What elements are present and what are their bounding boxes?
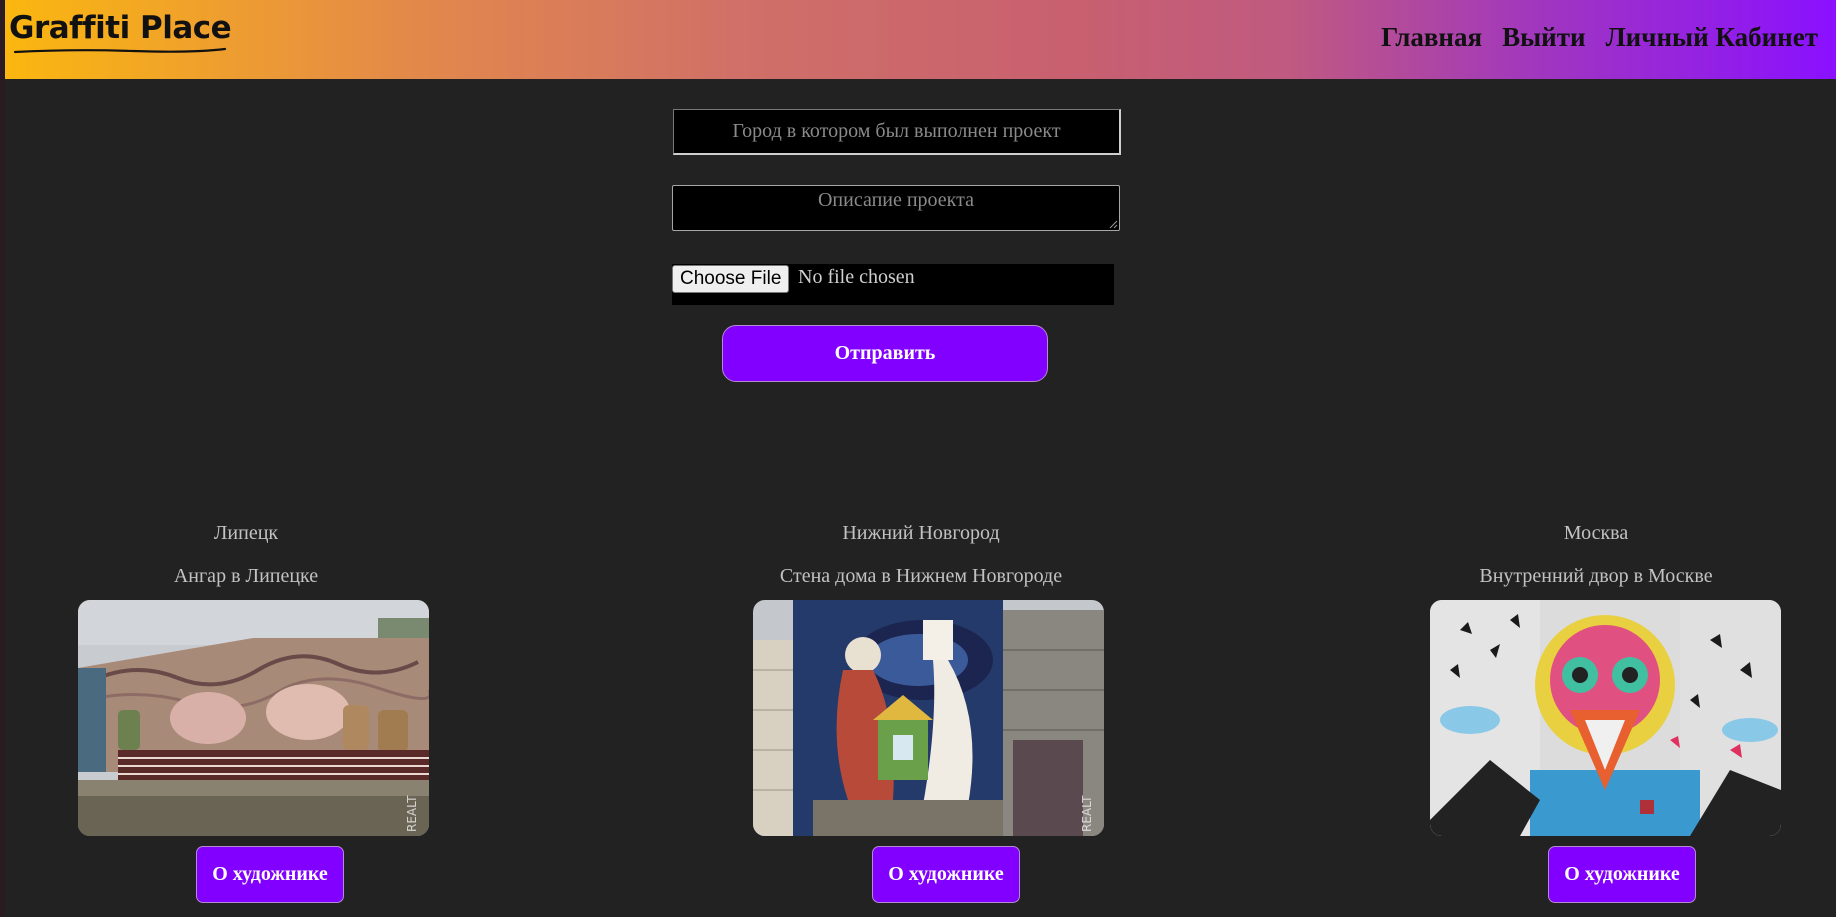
- about-artist-button-nizhny[interactable]: О художнике: [872, 846, 1020, 903]
- project-image-moscow: [1430, 600, 1781, 836]
- site-logo[interactable]: Graffiti Place: [9, 13, 232, 44]
- about-artist-button-moscow[interactable]: О художнике: [1548, 846, 1696, 903]
- file-upload-field[interactable]: Choose File No file chosen: [672, 264, 1114, 305]
- card-city-lipetsk: Липецк: [213, 522, 279, 544]
- description-textarea[interactable]: [672, 185, 1120, 231]
- city-input[interactable]: [673, 109, 1121, 155]
- card-title-nizhny: Стена дома в Нижнем Новгороде: [779, 565, 1063, 587]
- watermark-nizhny: REALT: [1080, 795, 1094, 832]
- nav-home-link[interactable]: Главная: [1381, 22, 1482, 53]
- about-artist-button-lipetsk[interactable]: О художнике: [196, 846, 344, 903]
- nav-logout-link[interactable]: Выйти: [1502, 22, 1585, 53]
- card-title-moscow: Внутренний двор в Москве: [1479, 565, 1713, 587]
- site-header: Graffiti Place Главная Выйти Личный Каби…: [5, 0, 1836, 79]
- textarea-resize-grip[interactable]: [1109, 220, 1118, 229]
- submit-button[interactable]: Отправить: [722, 325, 1048, 382]
- logo-underline-swash: [13, 47, 227, 54]
- watermark-lipetsk: REALT: [405, 795, 419, 832]
- main-nav: Главная Выйти Личный Кабинет: [1381, 22, 1818, 53]
- left-edge-strip: [0, 0, 5, 917]
- project-image-lipetsk: REALT: [78, 600, 429, 836]
- card-city-nizhny: Нижний Новгород: [842, 522, 1000, 544]
- nav-account-link[interactable]: Личный Кабинет: [1606, 22, 1818, 53]
- checkered-floor: [118, 750, 429, 780]
- choose-file-button[interactable]: Choose File: [672, 265, 790, 293]
- card-city-moscow: Москва: [1563, 522, 1629, 544]
- file-status-text: No file chosen: [798, 266, 915, 288]
- page: Graffiti Place Главная Выйти Личный Каби…: [0, 0, 1836, 917]
- card-title-lipetsk: Ангар в Липецке: [173, 565, 319, 587]
- project-image-nizhny: REALT: [753, 600, 1104, 836]
